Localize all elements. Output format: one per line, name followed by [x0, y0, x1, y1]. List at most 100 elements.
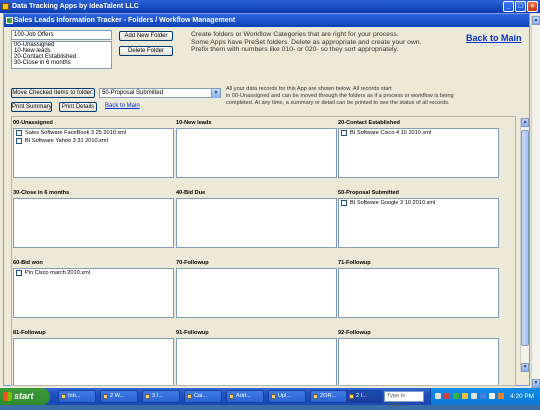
dialog-icon	[6, 17, 13, 24]
checkbox[interactable]	[16, 130, 22, 136]
folder-instructions: Create folders or Workflow Categories th…	[191, 31, 422, 54]
move-target-select[interactable]: 50-Proposal Submitted ▼	[99, 88, 221, 98]
folder-items-list[interactable]	[338, 268, 499, 318]
folder-record[interactable]: Pin Cisco march 2010.xml	[14, 269, 173, 277]
folder-items-list[interactable]: BI Software Google 3 10 2010.xml	[338, 198, 499, 248]
window-scrollbar[interactable]: ▲ ▼	[531, 16, 540, 388]
taskbar-item[interactable]: 2OR...	[310, 390, 348, 403]
folder-panel: 60-Bid won Pin Cisco march 2010.xml	[13, 260, 174, 330]
print-details-button[interactable]: Print Details	[59, 102, 97, 112]
tray-icon[interactable]	[480, 393, 486, 399]
app-icon	[2, 3, 9, 10]
folder-title: 81-Followup	[13, 330, 46, 336]
tray-icon[interactable]	[444, 393, 450, 399]
folder-panel: 30-Close in 6 months	[13, 190, 174, 260]
folder-panel: 92-Followup	[338, 330, 499, 385]
taskbar-item[interactable]: 2 W...	[100, 390, 138, 403]
start-button[interactable]: start	[0, 388, 50, 405]
taskbar-item[interactable]: Upl...	[268, 390, 306, 403]
taskbar-item[interactable]: Inb...	[58, 390, 96, 403]
window-controls: _ □ ×	[503, 1, 538, 12]
folder-title: 40-Bid Due	[176, 190, 206, 196]
folder-items-list[interactable]: Pin Cisco march 2010.xml	[13, 268, 174, 318]
chevron-down-icon[interactable]: ▼	[211, 89, 220, 98]
folder-record[interactable]: Sales Software FaceBook 3 25 2010.xml	[14, 129, 173, 137]
minimize-button[interactable]: _	[503, 1, 514, 12]
folder-panel: 40-Bid Due	[176, 190, 337, 260]
folder-items-list[interactable]	[13, 198, 174, 248]
folder-items-list[interactable]	[13, 338, 174, 385]
folder-title: 10-New leads	[176, 120, 212, 126]
window-scroll-up-button[interactable]: ▲	[532, 16, 540, 25]
taskbar-item[interactable]: 3 I...	[142, 390, 180, 403]
folder-listbox[interactable]: 00-Unassigned 10-New leads 20-Contact Es…	[11, 41, 112, 69]
folder-panel: 70-Followup	[176, 260, 337, 330]
folder-panel: 10-New leads	[176, 120, 337, 190]
scroll-thumb[interactable]	[521, 130, 529, 346]
folder-panel: 20-Contact Established BI Software Cisco…	[338, 120, 499, 190]
checkbox[interactable]	[16, 270, 22, 276]
back-to-main-link-small[interactable]: Back to Main	[105, 103, 140, 109]
app-title: Data Tracking Apps by IdeaTalent LLC	[12, 3, 139, 10]
calculator-icon	[187, 394, 192, 399]
envelope-icon	[61, 394, 66, 399]
app-icon	[229, 394, 234, 399]
folders-scrollbar[interactable]: ▲ ▼	[520, 118, 529, 372]
move-target-value: 50-Proposal Submitted	[102, 90, 164, 96]
folder-items-list[interactable]: Sales Software FaceBook 3 25 2010.xml BI…	[13, 128, 174, 178]
tray-icon[interactable]	[453, 393, 459, 399]
folder-title: 71-Followup	[338, 260, 371, 266]
folder-title: 30-Close in 6 months	[13, 190, 70, 196]
folder-items-list[interactable]	[176, 128, 337, 178]
tray-icon[interactable]	[489, 393, 495, 399]
back-to-main-link-large[interactable]: Back to Main	[466, 33, 522, 43]
scroll-up-button[interactable]: ▲	[521, 118, 529, 127]
folder-items-list[interactable]	[338, 338, 499, 385]
app-icon	[313, 394, 318, 399]
scroll-down-button[interactable]: ▼	[521, 363, 529, 372]
close-button[interactable]: ×	[527, 1, 538, 12]
folder-items-list[interactable]: BI Software Cisco 4 10 2010.xml	[338, 128, 499, 178]
folder-list-item[interactable]: 30-Close in 6 months	[12, 60, 111, 66]
taskbar: start Inb... 2 W... 3 I... Cal... Add...…	[0, 388, 540, 408]
dialog-title: Sales Leads Information Tracker - Folder…	[14, 17, 236, 24]
folders-grid: 00-Unassigned Sales Software FaceBook 3 …	[11, 116, 516, 386]
taskbar-search-input[interactable]: Type to search	[384, 391, 424, 408]
app-icon	[349, 394, 354, 399]
folder-name-value: 100-Job Offers	[14, 32, 54, 38]
folder-items-list[interactable]	[176, 268, 337, 318]
folder-name-input[interactable]: 100-Job Offers	[11, 30, 112, 40]
move-checked-items-button[interactable]: Move Checked Items to folder:	[11, 88, 95, 98]
folder-record[interactable]: BI Software Google 3 10 2010.xml	[339, 199, 498, 207]
folder-record[interactable]: BI Software Cisco 4 10 2010.xml	[339, 129, 498, 137]
maximize-button[interactable]: □	[515, 1, 526, 12]
taskbar-item-active[interactable]: 2 I...	[346, 390, 382, 403]
add-new-folder-button[interactable]: Add New Folder	[119, 31, 173, 41]
folder-title: 70-Followup	[176, 260, 209, 266]
taskbar-item[interactable]: Add...	[226, 390, 264, 403]
tray-icon[interactable]	[471, 393, 477, 399]
checkbox[interactable]	[16, 138, 22, 144]
delete-folder-button[interactable]: Delete Folder	[119, 46, 173, 56]
dialog-title-bar[interactable]: Sales Leads Information Tracker - Folder…	[4, 14, 529, 27]
app-title-bar[interactable]: Data Tracking Apps by IdeaTalent LLC	[0, 0, 540, 13]
folder-title: 50-Proposal Submitted	[338, 190, 399, 196]
checkbox[interactable]	[341, 200, 347, 206]
folder-items-list[interactable]	[176, 338, 337, 385]
checkbox[interactable]	[341, 130, 347, 136]
folder-title: 92-Followup	[338, 330, 371, 336]
folder-panel: 00-Unassigned Sales Software FaceBook 3 …	[13, 120, 174, 190]
folder-title: 20-Contact Established	[338, 120, 400, 126]
print-summary-button[interactable]: Print Summary	[11, 102, 52, 112]
folder-title: 00-Unassigned	[13, 120, 53, 126]
folder-items-list[interactable]	[176, 198, 337, 248]
folder-record[interactable]: BI Software Yahoo 3 31 2010.xml	[14, 137, 173, 145]
taskbar-item[interactable]: Cal...	[184, 390, 222, 403]
browser-icon	[271, 394, 276, 399]
window-scroll-down-button[interactable]: ▼	[532, 379, 540, 388]
tray-icon[interactable]	[498, 393, 504, 399]
tray-icon[interactable]	[462, 393, 468, 399]
folder-panel: 91-Followup	[176, 330, 337, 385]
records-info-text: All your data records for this App are s…	[226, 86, 454, 106]
tray-icon[interactable]	[435, 393, 441, 399]
